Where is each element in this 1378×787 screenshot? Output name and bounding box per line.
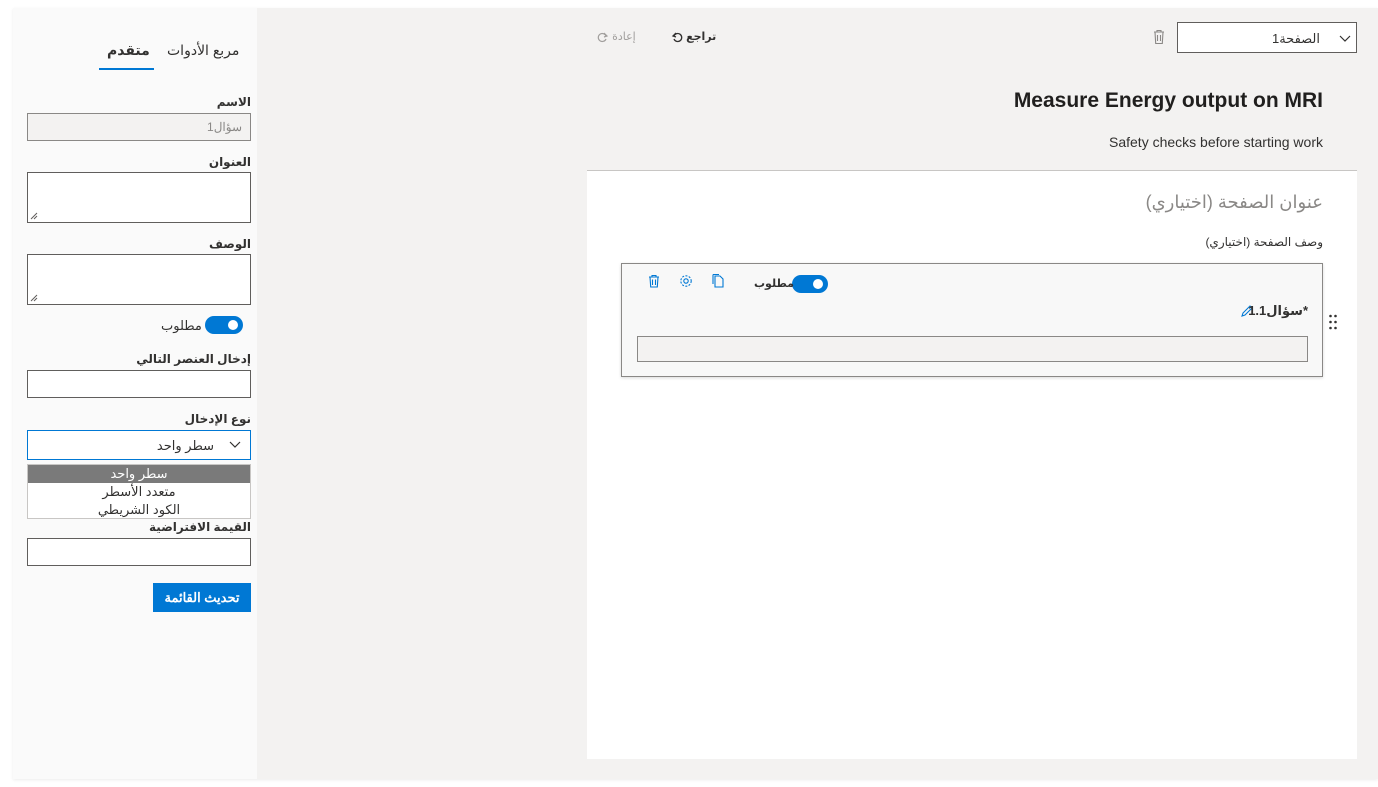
- name-field[interactable]: سؤال1: [27, 113, 251, 141]
- option-barcode[interactable]: الكود الشريطي: [28, 501, 250, 519]
- tab-toolbox[interactable]: مربع الأدوات: [167, 42, 239, 66]
- redo-label: إعادة: [612, 31, 636, 43]
- question-title[interactable]: 1.سؤال1*: [1248, 303, 1308, 319]
- delete-question-icon[interactable]: [646, 273, 662, 289]
- question-card[interactable]: مطلوب 1.سؤال1*: [621, 263, 1323, 377]
- update-list-button[interactable]: تحديث القائمة: [153, 583, 251, 612]
- chevron-down-icon: [229, 441, 241, 448]
- title-textarea[interactable]: [27, 172, 251, 223]
- resize-grip-icon[interactable]: [30, 212, 38, 220]
- input-type-selected: سطر واحد: [156, 438, 214, 453]
- app-shell: مربع الأدوات متقدم الاسم سؤال1 العنوان ا…: [13, 8, 1378, 779]
- active-tab-indicator: [99, 68, 154, 70]
- page-description-input[interactable]: وصف الصفحة (اختياري): [1205, 235, 1323, 249]
- page-selector[interactable]: الصفحة1: [1177, 22, 1357, 53]
- required-toggle[interactable]: [205, 316, 243, 334]
- description-textarea[interactable]: [27, 254, 251, 305]
- question-required-toggle[interactable]: [792, 275, 828, 293]
- required-toggle-row: مطلوب: [153, 316, 253, 336]
- chevron-down-icon: [1339, 35, 1351, 42]
- default-value-field[interactable]: [27, 538, 251, 566]
- redo-button[interactable]: إعادة: [597, 30, 636, 43]
- form-header: Measure Energy output on MRI Safety chec…: [587, 67, 1357, 171]
- gear-icon[interactable]: [678, 273, 694, 289]
- next-item-label: إدخال العنصر التالي: [136, 352, 251, 366]
- form-title[interactable]: Measure Energy output on MRI: [1014, 89, 1323, 113]
- required-label: مطلوب: [161, 318, 202, 333]
- copy-icon[interactable]: [710, 273, 726, 289]
- properties-panel: مربع الأدوات متقدم الاسم سؤال1 العنوان ا…: [13, 8, 257, 779]
- redo-icon: [597, 32, 609, 43]
- title-label: العنوان: [208, 155, 251, 169]
- panel-tabs: مربع الأدوات متقدم: [13, 8, 257, 72]
- option-multi-line[interactable]: متعدد الأسطر: [28, 483, 250, 501]
- tab-advanced[interactable]: متقدم: [107, 42, 150, 66]
- default-value-label: القيمة الافتراضية: [149, 520, 251, 534]
- input-type-options: سطر واحد متعدد الأسطر الكود الشريطي: [27, 464, 251, 519]
- next-item-field[interactable]: [27, 370, 251, 398]
- page-selector-value: الصفحة1: [1271, 31, 1320, 46]
- resize-grip-icon[interactable]: [30, 294, 38, 302]
- question-required-label: مطلوب: [754, 278, 794, 290]
- option-single-line[interactable]: سطر واحد: [28, 465, 250, 483]
- question-answer-input[interactable]: [637, 336, 1308, 362]
- form-canvas: Measure Energy output on MRI Safety chec…: [587, 67, 1357, 759]
- name-label: الاسم: [216, 95, 251, 109]
- delete-page-icon[interactable]: [1152, 29, 1166, 45]
- input-type-dropdown[interactable]: سطر واحد: [27, 430, 251, 460]
- undo-icon: [671, 32, 683, 43]
- toolbar: إعادة تراجع الصفحة1: [587, 8, 1378, 66]
- undo-label: تراجع: [686, 31, 717, 43]
- toggle-knob: [228, 320, 238, 330]
- description-label: الوصف: [208, 237, 251, 251]
- page-title-input[interactable]: عنوان الصفحة (اختياري): [1146, 192, 1323, 213]
- form-subtitle[interactable]: Safety checks before starting work: [1109, 134, 1323, 150]
- drag-handle-icon[interactable]: [1328, 313, 1338, 331]
- input-type-label: نوع الإدخال: [184, 412, 251, 426]
- toggle-knob: [813, 279, 823, 289]
- undo-button[interactable]: تراجع: [671, 30, 716, 43]
